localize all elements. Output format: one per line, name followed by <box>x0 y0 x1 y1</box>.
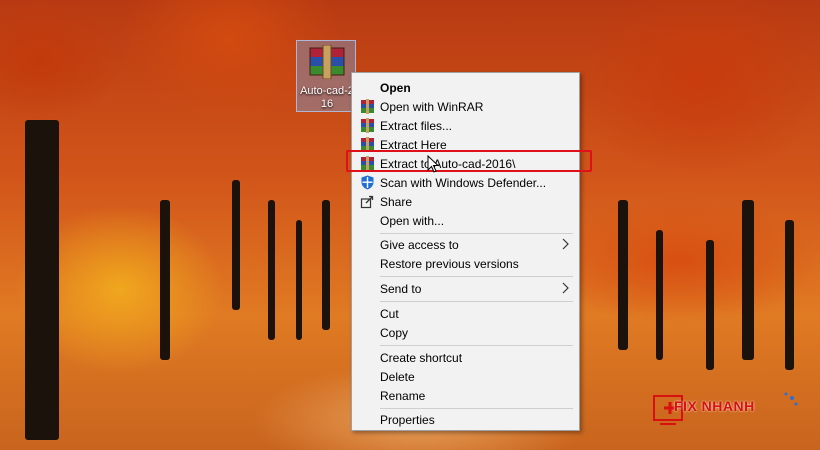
menu-item-open[interactable]: Open <box>352 78 579 97</box>
tree-trunk <box>322 200 330 330</box>
menu-item-label: Properties <box>380 413 435 427</box>
tree-trunk <box>296 220 302 340</box>
menu-item-give-access[interactable]: Give access to <box>352 235 579 254</box>
winrar-archive-icon <box>309 45 345 79</box>
menu-item-label: Cut <box>380 307 399 321</box>
desktop-file-label-line1: Auto-cad-2 <box>300 85 354 97</box>
chevron-right-icon <box>562 238 569 250</box>
tree-trunk <box>706 240 714 370</box>
menu-item-scan-defender[interactable]: Scan with Windows Defender... <box>352 173 579 192</box>
menu-item-label: Copy <box>380 326 409 340</box>
tree-trunk <box>618 200 628 350</box>
menu-item-label: Create shortcut <box>380 351 463 365</box>
watermark-logo: FIX NHANH <box>652 390 802 430</box>
highlight-frame <box>346 150 592 172</box>
menu-item-rename[interactable]: Rename <box>352 386 579 405</box>
menu-item-label: Restore previous versions <box>380 257 519 271</box>
menu-item-label: Extract files... <box>380 119 453 133</box>
menu-item-delete[interactable]: Delete <box>352 367 579 386</box>
share-icon <box>360 195 374 209</box>
menu-item-label: Delete <box>380 370 415 384</box>
menu-item-restore-versions[interactable]: Restore previous versions <box>352 254 579 273</box>
menu-item-extract-files[interactable]: Extract files... <box>352 116 579 135</box>
menu-item-label: Scan with Windows Defender... <box>380 176 547 190</box>
tree-trunk <box>785 220 794 370</box>
menu-separator <box>380 345 573 346</box>
menu-item-label: Open with... <box>380 214 445 228</box>
tree-trunk <box>160 200 170 360</box>
menu-item-label: Give access to <box>380 238 459 252</box>
mouse-cursor-icon <box>427 155 439 173</box>
defender-icon <box>361 175 374 190</box>
tree-trunk <box>25 120 59 440</box>
menu-item-open-with[interactable]: Open with... <box>352 211 579 230</box>
context-menu: Open Open with WinRAR Extract files... E… <box>351 72 580 431</box>
menu-item-label: Send to <box>380 282 422 296</box>
menu-item-cut[interactable]: Cut <box>352 304 579 323</box>
menu-item-label: Share <box>380 195 413 209</box>
winrar-icon <box>361 118 374 133</box>
menu-separator <box>380 276 573 277</box>
tree-trunk <box>232 180 240 310</box>
menu-item-label: Open <box>380 81 411 95</box>
tree-trunk <box>656 230 663 360</box>
menu-separator <box>380 408 573 409</box>
tree-trunk <box>268 200 275 340</box>
menu-item-label: Rename <box>380 389 426 403</box>
desktop-file-label-line2: 16 <box>320 98 334 110</box>
desktop-file-icon[interactable]: Auto-cad-2 16 <box>296 40 356 112</box>
menu-separator <box>380 233 573 234</box>
menu-item-properties[interactable]: Properties <box>352 410 579 429</box>
tree-trunk <box>742 200 754 360</box>
menu-item-copy[interactable]: Copy <box>352 323 579 342</box>
winrar-icon <box>361 99 374 114</box>
menu-item-create-shortcut[interactable]: Create shortcut <box>352 348 579 367</box>
menu-item-send-to[interactable]: Send to <box>352 279 579 298</box>
chevron-right-icon <box>562 282 569 294</box>
menu-item-open-with-winrar[interactable]: Open with WinRAR <box>352 97 579 116</box>
menu-separator <box>380 301 573 302</box>
menu-item-share[interactable]: Share <box>352 192 579 211</box>
desktop-file-label: Auto-cad-2 16 <box>297 85 357 111</box>
menu-item-label: Open with WinRAR <box>380 100 484 114</box>
watermark-brand-text: FIX NHANH <box>674 398 755 414</box>
